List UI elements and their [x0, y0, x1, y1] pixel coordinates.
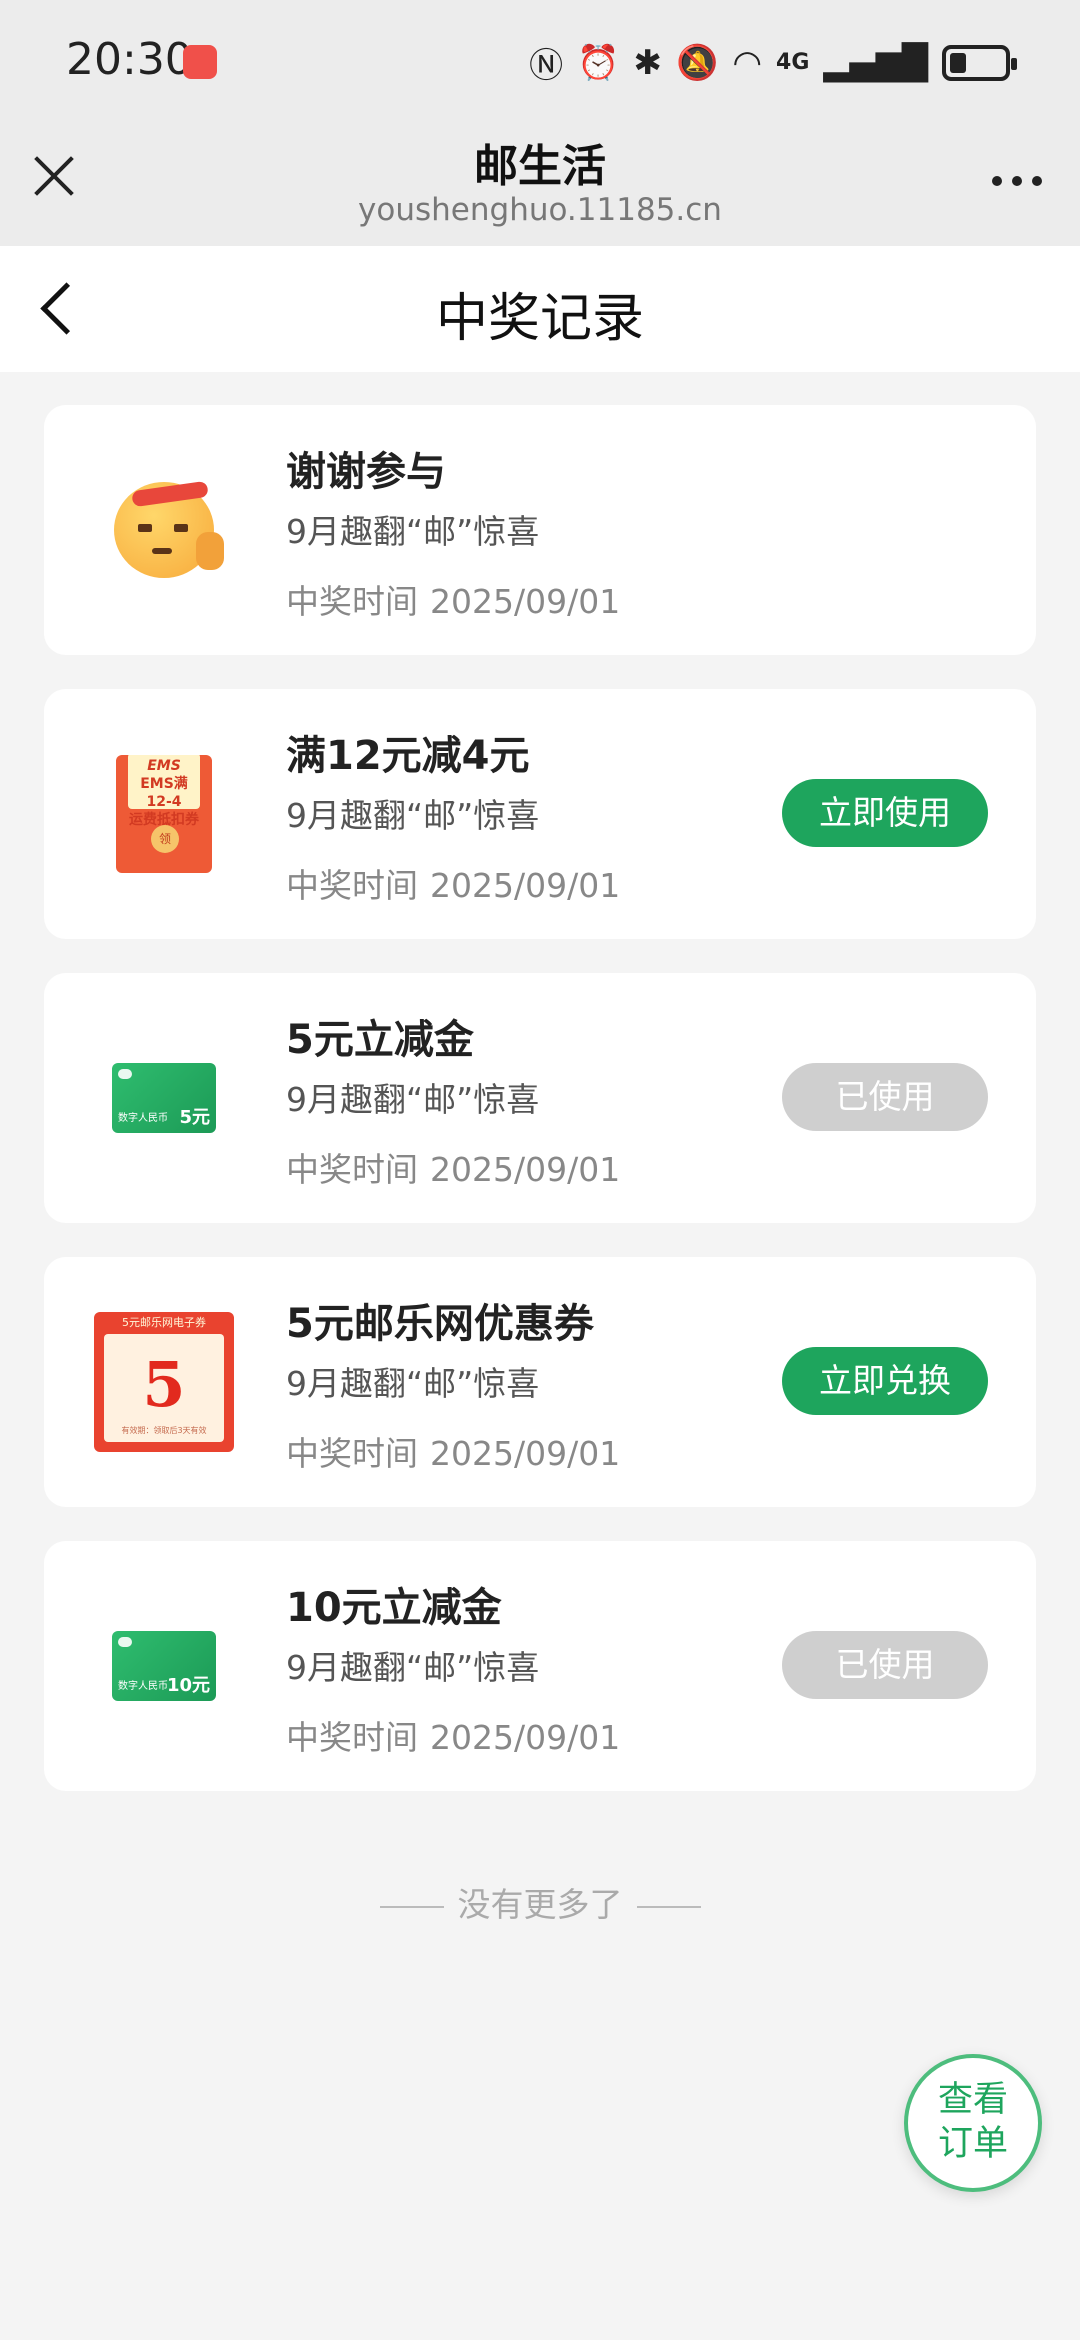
record-activity: 9月趣翻“邮”惊喜 [286, 796, 540, 835]
network-label: 4G [776, 50, 810, 75]
status-bar: 20:30 Ⓝ ⏰ ✱ 🔕 ◠ 4G ▂▄▆█ [0, 0, 1080, 122]
no-more-indicator: 没有更多了 [0, 1878, 1080, 1926]
view-orders-button[interactable]: 查看 订单 [904, 2054, 1042, 2192]
more-options-icon[interactable] [992, 176, 1042, 186]
bluetooth-icon: ✱ [633, 42, 663, 83]
mute-icon: 🔕 [676, 42, 719, 83]
ems-red-envelope-icon: EMS EMS满12-4 运费抵扣券 领 [84, 729, 244, 899]
status-time: 20:30 [66, 34, 193, 85]
prize-record-list: 谢谢参与 9月趣翻“邮”惊喜 中奖时间 2025/09/01 EMS EMS满12… [44, 405, 1036, 1825]
browser-url: youshenghuo.11185.cn [358, 192, 722, 228]
wifi-icon: ◠ [732, 42, 763, 83]
youle-coupon-icon: 5元邮乐网电子券 5 有效期：领取后3天有效 [84, 1297, 244, 1467]
used-status-button: 已使用 [782, 1063, 988, 1131]
record-time: 中奖时间 2025/09/01 [286, 1150, 621, 1189]
signal-icon: ▂▄▆█ [823, 42, 928, 83]
record-title: 5元立减金 [286, 1017, 474, 1063]
record-activity: 9月趣翻“邮”惊喜 [286, 1364, 540, 1403]
browser-title: 邮生活 [474, 141, 606, 192]
record-time: 中奖时间 2025/09/01 [286, 582, 621, 621]
record-time: 中奖时间 2025/09/01 [286, 866, 621, 905]
use-now-button[interactable]: 立即使用 [782, 779, 988, 847]
browser-header: 邮生活 youshenghuo.11185.cn [0, 122, 1080, 246]
record-time: 中奖时间 2025/09/01 [286, 1718, 621, 1757]
record-title: 满12元减4元 [286, 733, 530, 779]
cash-card-icon: 数字人民币 5元 [84, 1013, 244, 1183]
record-title: 5元邮乐网优惠券 [286, 1301, 594, 1347]
alarm-icon: ⏰ [577, 42, 620, 83]
record-activity: 9月趣翻“邮”惊喜 [286, 1080, 540, 1119]
list-item: 谢谢参与 9月趣翻“邮”惊喜 中奖时间 2025/09/01 [44, 405, 1036, 655]
nfc-icon: Ⓝ [529, 46, 564, 86]
list-item: EMS EMS满12-4 运费抵扣券 领 满12元减4元 9月趣翻“邮”惊喜 中… [44, 689, 1036, 939]
page-title: 中奖记录 [435, 289, 644, 349]
status-icons: Ⓝ ⏰ ✱ 🔕 ◠ 4G ▂▄▆█ [529, 38, 1017, 87]
record-time: 中奖时间 2025/09/01 [286, 1434, 621, 1473]
redeem-now-button[interactable]: 立即兑换 [782, 1347, 988, 1415]
cash-card-icon: 数字人民币 10元 [84, 1581, 244, 1751]
list-item: 数字人民币 10元 10元立减金 9月趣翻“邮”惊喜 中奖时间 2025/09/0… [44, 1541, 1036, 1791]
record-title: 谢谢参与 [286, 449, 446, 495]
emoji-face-icon [84, 445, 244, 615]
record-activity: 9月趣翻“邮”惊喜 [286, 512, 540, 551]
list-item: 数字人民币 5元 5元立减金 9月趣翻“邮”惊喜 中奖时间 2025/09/01 … [44, 973, 1036, 1223]
page-nav-bar: 中奖记录 [0, 246, 1080, 372]
record-title: 10元立减金 [286, 1585, 502, 1631]
huawei-notification-icon [183, 45, 217, 79]
record-activity: 9月趣翻“邮”惊喜 [286, 1648, 540, 1687]
used-status-button: 已使用 [782, 1631, 988, 1699]
battery-icon [942, 44, 1017, 81]
list-item: 5元邮乐网电子券 5 有效期：领取后3天有效 5元邮乐网优惠券 9月趣翻“邮”惊… [44, 1257, 1036, 1507]
